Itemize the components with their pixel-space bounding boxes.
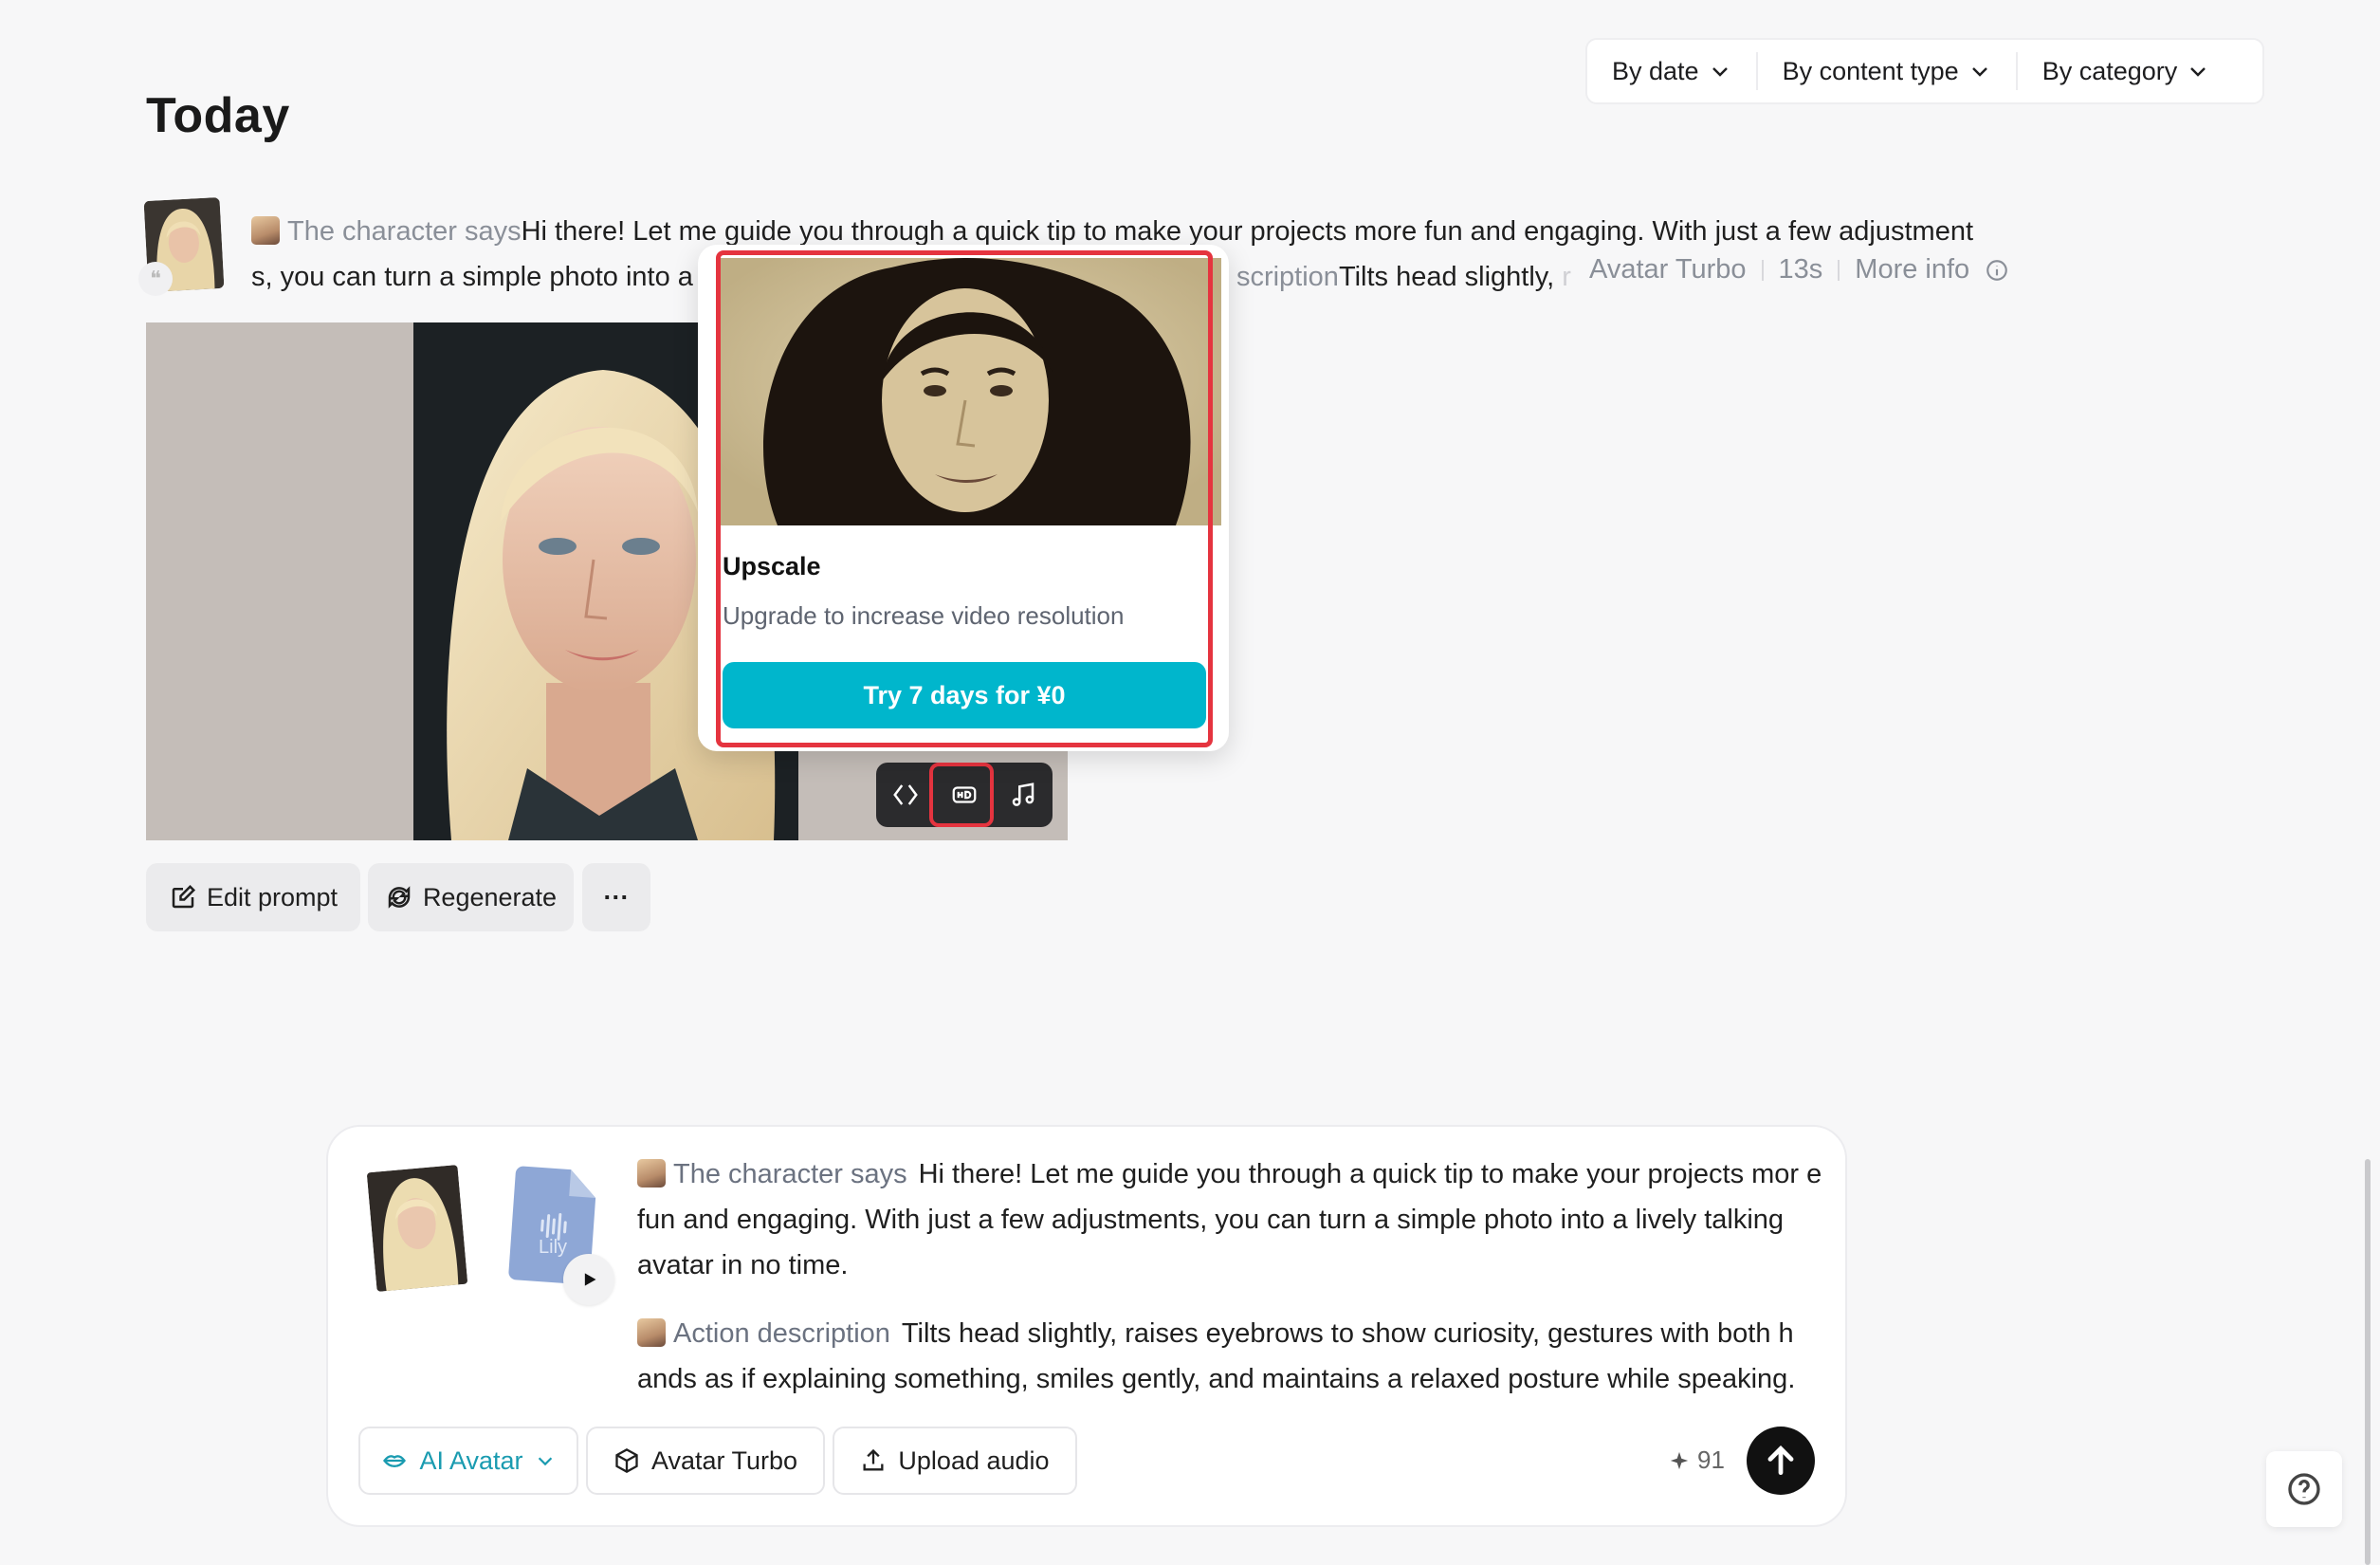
voice-name: Lily	[539, 1237, 568, 1258]
play-icon	[584, 1273, 596, 1286]
regenerate-button[interactable]: Regenerate	[368, 863, 574, 931]
upload-audio-button[interactable]: Upload audio	[833, 1427, 1077, 1495]
chevron-down-icon	[2190, 67, 2206, 77]
filter-label: By content type	[1782, 56, 1959, 85]
lips-icon	[383, 1455, 407, 1468]
character-tag: The character says	[287, 216, 522, 247]
prompt-line-1: Hi there! Let me guide you through a qui…	[521, 216, 1974, 247]
model-name: Avatar Turbo	[1589, 254, 1747, 285]
prompt-line-2-start: s, you can turn a simple photo into a	[251, 262, 693, 292]
mode-select-ai-avatar[interactable]: AI Avatar	[358, 1427, 578, 1495]
chevron-down-icon	[538, 1457, 552, 1466]
more-options-button[interactable]: ···	[582, 863, 650, 931]
music-icon	[1012, 782, 1034, 806]
filter-by-date[interactable]: By date	[1587, 52, 1756, 90]
scrollbar[interactable]	[2365, 1159, 2371, 1565]
play-voice-button[interactable]	[563, 1254, 614, 1305]
credits-count: 91	[1697, 1445, 1725, 1474]
duration: 13s	[1778, 254, 1823, 285]
section-title: Today	[146, 88, 290, 143]
character-icon	[251, 216, 280, 245]
composer-avatar[interactable]	[366, 1165, 468, 1292]
info-icon[interactable]	[1985, 258, 2009, 283]
filter-by-content-type[interactable]: By content type	[1755, 52, 2016, 90]
hd-button-highlight	[929, 763, 994, 827]
divider	[1838, 259, 1840, 281]
code-icon	[893, 784, 918, 805]
model-label: Avatar Turbo	[650, 1445, 798, 1475]
divider	[1761, 259, 1764, 281]
filter-by-category[interactable]: By category	[2015, 52, 2235, 90]
more-info-link[interactable]: More info	[1855, 254, 1969, 285]
regenerate-label: Regenerate	[422, 882, 558, 911]
help-button[interactable]	[2266, 1451, 2342, 1527]
help-icon	[2288, 1473, 2320, 1505]
edit-prompt-label: Edit prompt	[206, 882, 339, 911]
interpolate-button[interactable]	[884, 773, 927, 817]
mode-label: AI Avatar	[419, 1445, 523, 1475]
filter-bar: By date By content type By category	[1585, 38, 2264, 104]
filter-label: By date	[1612, 56, 1699, 85]
character-tag: The character says	[673, 1159, 907, 1189]
character-icon	[637, 1159, 666, 1188]
action-line: Action description Tilts head slightly, r…	[637, 1311, 1822, 1402]
upload-icon	[863, 1448, 884, 1471]
generation-meta: Avatar Turbo 13s More info	[1589, 254, 2009, 285]
popover-highlight	[716, 250, 1213, 747]
add-audio-button[interactable]	[1001, 773, 1045, 817]
sparkle-icon	[1670, 1451, 1689, 1469]
model-select-button[interactable]: Avatar Turbo	[586, 1427, 825, 1495]
character-line: The character says Hi there! Let me guide…	[637, 1151, 1822, 1288]
cube-icon	[615, 1447, 638, 1474]
edit-icon	[172, 884, 195, 909]
send-button[interactable]	[1747, 1427, 1815, 1495]
credits-indicator: 91	[1669, 1445, 1725, 1475]
upload-label: Upload audio	[898, 1445, 1050, 1475]
prompt-line-2-end: scription	[1236, 262, 1339, 292]
composer-script[interactable]: The character says Hi there! Let me guide…	[637, 1151, 1822, 1402]
quote-icon: ❝	[138, 262, 173, 296]
action-fade: r	[1562, 262, 1571, 292]
more-icon: ···	[603, 882, 630, 911]
chevron-down-icon	[1971, 67, 1987, 77]
action-icon	[637, 1318, 666, 1347]
action-tag: Action description	[673, 1318, 890, 1349]
refresh-icon	[388, 886, 411, 909]
action-fragment: Tilts head slightly,	[1338, 262, 1555, 292]
filter-label: By category	[2041, 56, 2178, 85]
chevron-down-icon	[1712, 67, 1728, 77]
arrow-up-icon	[1767, 1445, 1794, 1476]
edit-prompt-button[interactable]: Edit prompt	[146, 863, 360, 931]
